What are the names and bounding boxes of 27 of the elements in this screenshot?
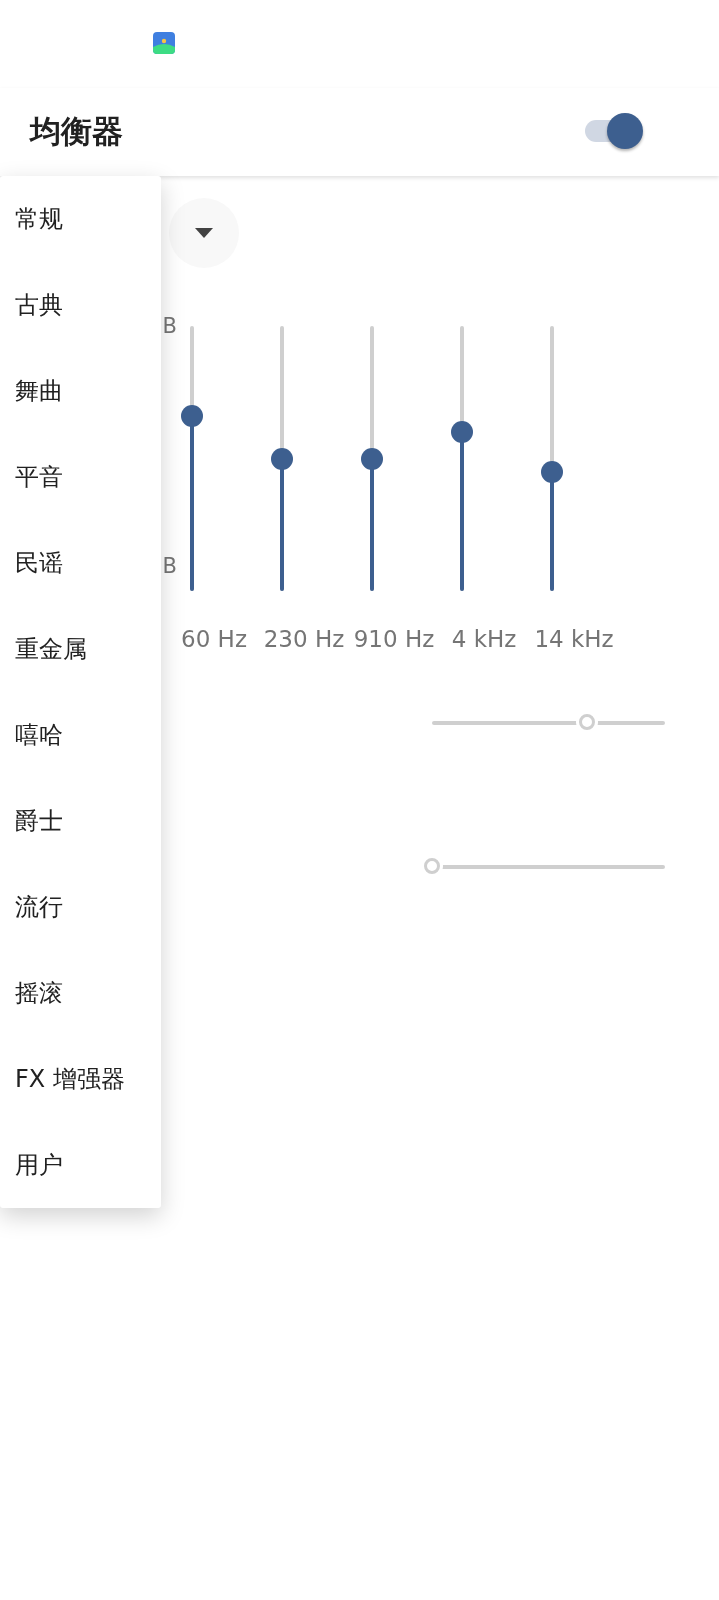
menu-item[interactable]: 常规 xyxy=(0,176,161,262)
menu-item[interactable]: 摇滚 xyxy=(0,950,161,1036)
menu-item[interactable]: 古典 xyxy=(0,262,161,348)
menu-item[interactable]: 重金属 xyxy=(0,606,161,692)
menu-item[interactable]: 爵士 xyxy=(0,778,161,864)
slider-thumb[interactable] xyxy=(271,447,293,470)
menu-item[interactable]: 用户 xyxy=(0,1122,161,1208)
frequency-label: 14 kHz xyxy=(534,626,614,652)
frequency-label: 60 Hz xyxy=(181,626,247,652)
menu-item[interactable]: 民谣 xyxy=(0,520,161,606)
slider-thumb[interactable] xyxy=(181,405,203,428)
scale-label: B xyxy=(162,553,177,579)
menu-item[interactable]: 舞曲 xyxy=(0,348,161,434)
menu-item[interactable]: 平音 xyxy=(0,434,161,520)
menu-item[interactable]: FX 增强器 xyxy=(0,1036,161,1122)
frequency-label: 4 kHz xyxy=(451,626,517,652)
menu-item[interactable]: 流行 xyxy=(0,864,161,950)
frequency-label: 910 Hz xyxy=(353,626,435,652)
caret-icon xyxy=(195,228,213,238)
slider-thumb[interactable] xyxy=(541,460,563,483)
app-icon xyxy=(153,32,175,54)
frequency-label: 230 Hz xyxy=(263,626,345,652)
slider-thumb[interactable] xyxy=(451,421,473,443)
app-title: 均衡器 xyxy=(30,112,123,151)
slider-thumb[interactable] xyxy=(361,447,383,470)
menu-item[interactable]: 嘻哈 xyxy=(0,692,161,778)
scale-label: B xyxy=(162,314,177,340)
